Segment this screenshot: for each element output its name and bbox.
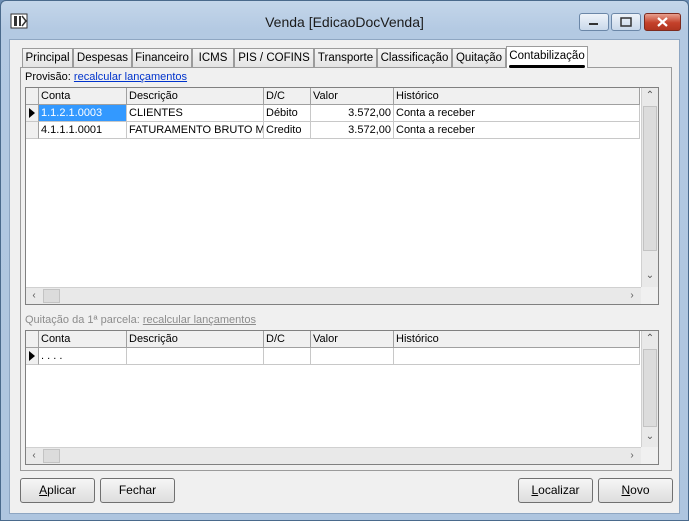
provisao-header-valor[interactable]: Valor	[311, 88, 394, 105]
grid-header-indicator	[26, 88, 39, 105]
tab-transporte[interactable]: Transporte	[314, 48, 377, 67]
provisao-cell-descricao[interactable]: FATURAMENTO BRUTO M	[127, 122, 264, 139]
quitacao-header-descricao[interactable]: Descrição	[127, 331, 264, 348]
quitacao-cell-dc[interactable]	[264, 348, 311, 365]
provisao-section-label: Provisão: recalcular lançamentos	[25, 71, 187, 83]
provisao-cell-conta[interactable]: 4.1.1.1.0001	[39, 122, 127, 139]
current-row-arrow-icon	[29, 351, 35, 361]
dialog-client: Principal Despesas Financeiro ICMS PIS /…	[9, 39, 680, 514]
row-indicator[interactable]	[26, 348, 39, 365]
minimize-button[interactable]	[579, 13, 609, 31]
quitacao-header-conta[interactable]: Conta	[39, 331, 127, 348]
scroll-right-icon[interactable]: ›	[624, 448, 640, 464]
app-window: Venda [EdicaoDocVenda] Principal Despesa…	[0, 0, 689, 521]
localizar-label-post: ocalizar	[538, 483, 580, 497]
scroll-right-icon[interactable]: ›	[624, 288, 640, 304]
provisao-cell-valor[interactable]: 3.572,00	[311, 122, 394, 139]
provisao-vertical-thumb[interactable]	[643, 106, 657, 251]
provisao-cell-dc[interactable]: Débito	[264, 105, 311, 122]
aplicar-accelerator: A	[39, 483, 48, 497]
provisao-cell-historico[interactable]: Conta a receber	[394, 122, 640, 139]
scroll-left-icon[interactable]: ‹	[26, 448, 42, 464]
title-bar[interactable]: Venda [EdicaoDocVenda]	[1, 1, 688, 35]
novo-button[interactable]: Novo	[598, 478, 673, 503]
fechar-button[interactable]: Fechar	[100, 478, 175, 503]
provisao-header-historico[interactable]: Histórico	[394, 88, 640, 105]
provisao-header-conta[interactable]: Conta	[39, 88, 127, 105]
aplicar-label-post: plicar	[47, 483, 76, 497]
tab-icms[interactable]: ICMS	[192, 48, 234, 67]
scroll-up-icon[interactable]: ⌃	[642, 331, 658, 347]
quitacao-recalcular-link: recalcular lançamentos	[142, 314, 256, 326]
tab-classificacao[interactable]: Classificação	[377, 48, 452, 67]
quitacao-header-historico[interactable]: Histórico	[394, 331, 640, 348]
quitacao-vertical-scrollbar[interactable]: ⌃ ⌄	[641, 331, 658, 447]
maximize-button[interactable]	[611, 13, 641, 31]
provisao-horizontal-scrollbar[interactable]: ‹ ›	[26, 287, 641, 304]
provisao-grid[interactable]: Conta Descrição D/C Valor Histórico 1.1.…	[25, 87, 659, 305]
tab-pis-cofins[interactable]: PIS / COFINS	[234, 48, 314, 67]
row-indicator[interactable]	[26, 122, 39, 139]
novo-label-post: ovo	[630, 483, 650, 497]
quitacao-horizontal-scrollbar[interactable]: ‹ ›	[26, 447, 641, 464]
scroll-down-icon[interactable]: ⌄	[642, 268, 658, 284]
tab-panel-contabilizacao: Provisão: recalcular lançamentos Conta D…	[20, 67, 672, 471]
tab-despesas[interactable]: Despesas	[73, 48, 132, 67]
grid-header-indicator	[26, 331, 39, 348]
tab-financeiro[interactable]: Financeiro	[132, 48, 192, 67]
provisao-horizontal-thumb[interactable]	[43, 289, 60, 303]
scroll-left-icon[interactable]: ‹	[26, 288, 42, 304]
provisao-label: Provisão:	[25, 71, 71, 83]
tab-principal[interactable]: Principal	[22, 48, 73, 67]
aplicar-button[interactable]: Aplicar	[20, 478, 95, 503]
quitacao-header-valor[interactable]: Valor	[311, 331, 394, 348]
provisao-cell-dc[interactable]: Credito	[264, 122, 311, 139]
quitacao-grid[interactable]: Conta Descrição D/C Valor Histórico . . …	[25, 330, 659, 465]
fechar-label-post: Fechar	[118, 483, 157, 497]
quitacao-cell-historico[interactable]	[394, 348, 640, 365]
provisao-vertical-scrollbar[interactable]: ⌃ ⌄	[641, 88, 658, 287]
quitacao-cell-descricao[interactable]	[127, 348, 264, 365]
row-indicator[interactable]	[26, 105, 39, 122]
quitacao-cell-conta[interactable]: . . . .	[39, 348, 127, 365]
quitacao-label: Quitação da 1ª parcela:	[25, 314, 140, 326]
quitacao-horizontal-thumb[interactable]	[43, 449, 60, 463]
close-icon	[657, 17, 668, 27]
scrollbar-corner	[641, 447, 658, 464]
maximize-icon	[620, 17, 632, 27]
scroll-up-icon[interactable]: ⌃	[642, 88, 658, 104]
close-button[interactable]	[644, 13, 681, 31]
provisao-header-dc[interactable]: D/C	[264, 88, 311, 105]
scrollbar-corner	[641, 287, 658, 304]
current-row-arrow-icon	[29, 108, 35, 118]
minimize-icon	[589, 23, 598, 25]
provisao-cell-historico[interactable]: Conta a receber	[394, 105, 640, 122]
provisao-header-descricao[interactable]: Descrição	[127, 88, 264, 105]
scroll-down-icon[interactable]: ⌄	[642, 429, 658, 445]
provisao-recalcular-link[interactable]: recalcular lançamentos	[74, 71, 187, 83]
quitacao-cell-valor[interactable]	[311, 348, 394, 365]
provisao-cell-conta[interactable]: 1.1.2.1.0003	[39, 105, 127, 122]
active-tab-underline	[509, 65, 585, 68]
localizar-button[interactable]: Localizar	[518, 478, 593, 503]
provisao-cell-valor[interactable]: 3.572,00	[311, 105, 394, 122]
novo-accelerator: N	[621, 483, 631, 497]
quitacao-vertical-thumb[interactable]	[643, 349, 657, 427]
quitacao-header-dc[interactable]: D/C	[264, 331, 311, 348]
tab-quitacao[interactable]: Quitação	[452, 48, 506, 67]
quitacao-section-label: Quitação da 1ª parcela: recalcular lança…	[25, 314, 256, 326]
provisao-cell-descricao[interactable]: CLIENTES	[127, 105, 264, 122]
